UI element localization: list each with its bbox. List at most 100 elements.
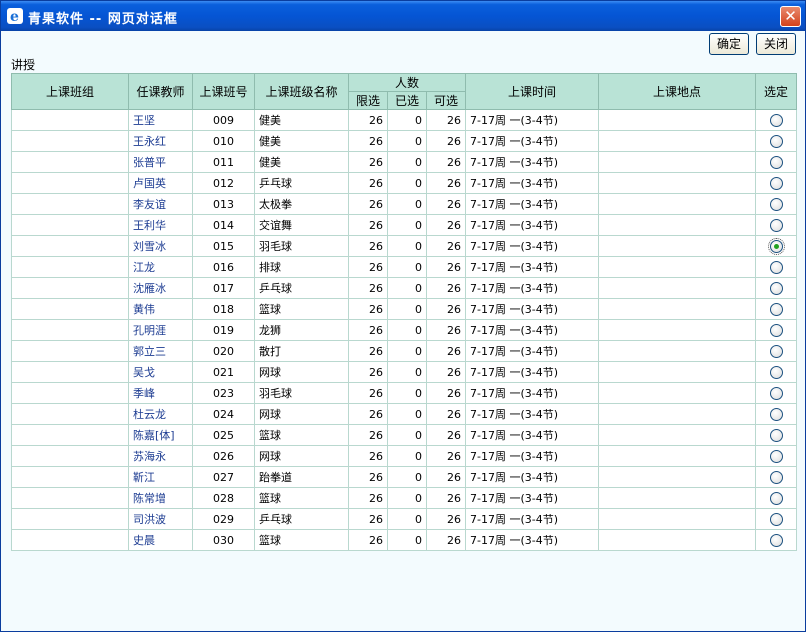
cell-selected: 0 bbox=[387, 214, 427, 236]
teacher-link[interactable]: 苏海永 bbox=[128, 445, 193, 467]
cell-group bbox=[11, 130, 129, 152]
cell-class-no: 026 bbox=[192, 445, 255, 467]
close-icon[interactable]: ✕ bbox=[780, 6, 801, 27]
cell-limit: 26 bbox=[348, 424, 388, 446]
cell-class-no: 029 bbox=[192, 508, 255, 530]
select-radio[interactable] bbox=[769, 134, 783, 148]
cell-available: 26 bbox=[425, 277, 467, 299]
select-radio[interactable] bbox=[769, 365, 783, 379]
teacher-link[interactable]: 刘雪冰 bbox=[128, 235, 193, 257]
cell-limit: 26 bbox=[348, 508, 388, 530]
cell-class-name: 乒乓球 bbox=[254, 277, 349, 299]
cell-class-name: 健美 bbox=[254, 130, 349, 152]
teacher-link[interactable]: 李友谊 bbox=[128, 193, 193, 215]
cell-available: 26 bbox=[425, 298, 467, 320]
cell-choose bbox=[755, 445, 798, 467]
cell-group bbox=[11, 445, 129, 467]
teacher-link[interactable]: 司洪波 bbox=[128, 508, 193, 530]
svg-text:e: e bbox=[10, 9, 19, 24]
teacher-link[interactable]: 王利华 bbox=[128, 214, 193, 236]
cell-place bbox=[598, 487, 757, 509]
table-row: 刘雪冰 015 羽毛球 26 0 26 7-17周 一(3-4节) bbox=[11, 235, 798, 257]
teacher-link[interactable]: 黄伟 bbox=[128, 298, 193, 320]
select-radio[interactable] bbox=[769, 470, 783, 484]
cell-class-name: 太极拳 bbox=[254, 193, 349, 215]
select-radio[interactable] bbox=[769, 197, 783, 211]
cell-time: 7-17周 一(3-4节) bbox=[465, 277, 600, 299]
select-radio[interactable] bbox=[769, 323, 783, 337]
cell-time: 7-17周 一(3-4节) bbox=[465, 361, 600, 383]
select-radio[interactable] bbox=[769, 449, 783, 463]
teacher-link[interactable]: 孔明涯 bbox=[128, 319, 193, 341]
select-radio[interactable] bbox=[769, 155, 783, 169]
select-radio[interactable] bbox=[769, 176, 783, 190]
close-button[interactable]: 关闭 bbox=[756, 33, 796, 55]
cell-available: 26 bbox=[425, 130, 467, 152]
select-radio[interactable] bbox=[769, 386, 783, 400]
cell-group bbox=[11, 529, 129, 551]
teacher-link[interactable]: 陈常增 bbox=[128, 487, 193, 509]
cell-class-no: 018 bbox=[192, 298, 255, 320]
cell-selected: 0 bbox=[387, 319, 427, 341]
teacher-link[interactable]: 史晨 bbox=[128, 529, 193, 551]
cell-time: 7-17周 一(3-4节) bbox=[465, 529, 600, 551]
select-radio[interactable] bbox=[769, 533, 783, 547]
cell-place bbox=[598, 298, 757, 320]
teacher-link[interactable]: 张普平 bbox=[128, 151, 193, 173]
cell-selected: 0 bbox=[387, 277, 427, 299]
cell-group bbox=[11, 508, 129, 530]
ie-icon: e bbox=[7, 8, 23, 24]
header-time: 上课时间 bbox=[465, 73, 600, 110]
teacher-link[interactable]: 江龙 bbox=[128, 256, 193, 278]
cell-choose bbox=[755, 424, 798, 446]
cell-time: 7-17周 一(3-4节) bbox=[465, 130, 600, 152]
cell-available: 26 bbox=[425, 109, 467, 131]
cell-choose bbox=[755, 529, 798, 551]
ok-button[interactable]: 确定 bbox=[709, 33, 749, 55]
select-radio[interactable] bbox=[769, 512, 783, 526]
teacher-link[interactable]: 郭立三 bbox=[128, 340, 193, 362]
cell-choose bbox=[755, 382, 798, 404]
dialog-window: e 青果软件 -- 网页对话框 ✕ 确定 关闭 讲授 上课班组 任课教师 上课班… bbox=[0, 0, 806, 632]
cell-choose bbox=[755, 256, 798, 278]
cell-group bbox=[11, 193, 129, 215]
cell-limit: 26 bbox=[348, 298, 388, 320]
select-radio[interactable] bbox=[769, 428, 783, 442]
cell-place bbox=[598, 319, 757, 341]
cell-time: 7-17周 一(3-4节) bbox=[465, 172, 600, 194]
teacher-link[interactable]: 靳江 bbox=[128, 466, 193, 488]
cell-limit: 26 bbox=[348, 445, 388, 467]
teacher-link[interactable]: 季峰 bbox=[128, 382, 193, 404]
cell-selected: 0 bbox=[387, 109, 427, 131]
select-radio[interactable] bbox=[769, 260, 783, 274]
cell-selected: 0 bbox=[387, 529, 427, 551]
teacher-link[interactable]: 沈雁冰 bbox=[128, 277, 193, 299]
table-row: 沈雁冰 017 乒乓球 26 0 26 7-17周 一(3-4节) bbox=[11, 277, 798, 299]
cell-time: 7-17周 一(3-4节) bbox=[465, 424, 600, 446]
select-radio[interactable] bbox=[769, 281, 783, 295]
cell-class-no: 013 bbox=[192, 193, 255, 215]
teacher-link[interactable]: 卢国英 bbox=[128, 172, 193, 194]
cell-time: 7-17周 一(3-4节) bbox=[465, 235, 600, 257]
select-radio[interactable] bbox=[769, 344, 783, 358]
cell-available: 26 bbox=[425, 487, 467, 509]
cell-place bbox=[598, 130, 757, 152]
section-label: 讲授 bbox=[11, 58, 36, 72]
cell-group bbox=[11, 277, 129, 299]
select-radio[interactable] bbox=[767, 237, 785, 255]
teacher-link[interactable]: 王永红 bbox=[128, 130, 193, 152]
teacher-link[interactable]: 吴戈 bbox=[128, 361, 193, 383]
table-body: 王坚 009 健美 26 0 26 7-17周 一(3-4节) 王永红 010 健美 26 0 26 7-… bbox=[11, 109, 798, 551]
cell-class-no: 027 bbox=[192, 466, 255, 488]
select-radio[interactable] bbox=[769, 491, 783, 505]
select-radio[interactable] bbox=[769, 218, 783, 232]
teacher-link[interactable]: 杜云龙 bbox=[128, 403, 193, 425]
cell-choose bbox=[755, 361, 798, 383]
select-radio[interactable] bbox=[769, 302, 783, 316]
cell-group bbox=[11, 298, 129, 320]
teacher-link[interactable]: 王坚 bbox=[128, 109, 193, 131]
teacher-link[interactable]: 陈嘉[体] bbox=[128, 424, 193, 446]
cell-group bbox=[11, 319, 129, 341]
select-radio[interactable] bbox=[769, 407, 783, 421]
select-radio[interactable] bbox=[769, 113, 783, 127]
